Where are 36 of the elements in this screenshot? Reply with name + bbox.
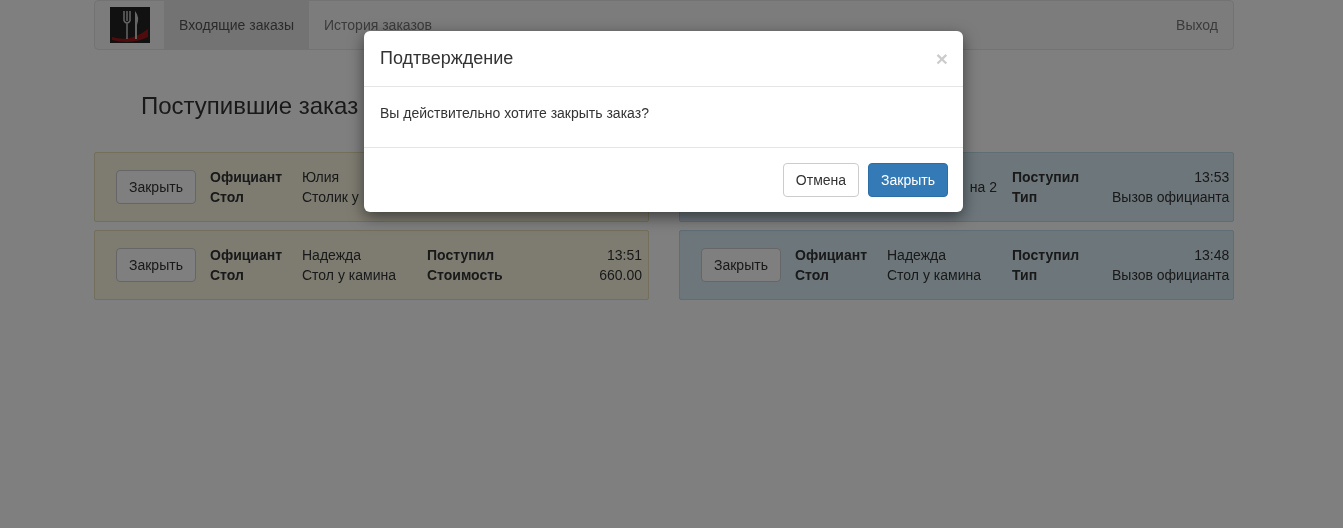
field-value: Надежда <box>887 247 946 263</box>
field-value: Стол у камина <box>887 267 981 283</box>
field-label: Тип <box>1012 189 1038 205</box>
close-order-button[interactable]: Закрыть <box>116 170 196 204</box>
field-value: 660.00 <box>599 267 642 283</box>
field-value: 13:51 <box>606 247 642 263</box>
dialog-message: Вы действительно хотите закрыть заказ? <box>380 105 649 121</box>
field-label: Официант <box>210 247 283 263</box>
logout-link[interactable]: Выход <box>1161 1 1233 49</box>
field-label: Стоимость <box>427 267 503 283</box>
field-label: Тип <box>1012 267 1038 283</box>
close-order-button[interactable]: Закрыть <box>116 248 196 282</box>
close-order-button[interactable]: Закрыть <box>701 248 781 282</box>
field-label: Официант <box>210 169 283 185</box>
field-label: Стол <box>210 189 244 205</box>
field-value: Столик у <box>302 189 359 205</box>
field-label: Стол <box>210 267 244 283</box>
field-value: Вызов официанта <box>1112 267 1230 283</box>
cancel-button[interactable]: Отмена <box>782 163 860 197</box>
confirm-button[interactable]: Закрыть <box>868 163 948 197</box>
field-value: Вызов официанта <box>1112 189 1230 205</box>
nav-tab[interactable]: Входящие заказы <box>164 1 309 49</box>
field-value: Стол у камина <box>302 267 396 283</box>
field-value: Юлия <box>302 169 340 185</box>
field-label: Официант <box>795 247 868 263</box>
field-value: 13:53 <box>1194 169 1230 185</box>
field-label: Поступил <box>1012 169 1080 185</box>
field-label: Стол <box>795 267 829 283</box>
field-label: Поступил <box>1012 247 1080 263</box>
dialog-title: Подтверждение <box>380 48 514 69</box>
page-heading: Поступившие заказ <box>141 92 359 121</box>
field-label: Поступил <box>427 247 495 263</box>
field-value: на 2 <box>969 179 997 195</box>
field-value: Надежда <box>302 247 361 263</box>
fork-knife-logo-icon[interactable] <box>110 7 150 43</box>
field-value: 13:48 <box>1194 247 1230 263</box>
